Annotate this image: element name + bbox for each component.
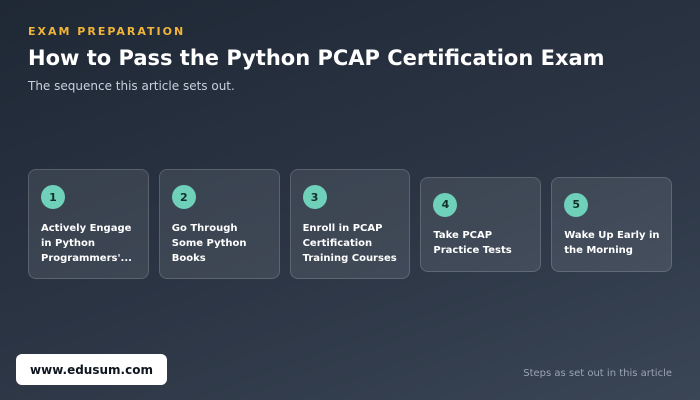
step-card-2: 2 Go Through Some Python Books <box>158 169 280 279</box>
step-label: Take PCAP Practice Tests <box>433 229 512 256</box>
page-title: How to Pass the Python PCAP Certificatio… <box>28 46 605 70</box>
page-subtitle: The sequence this article sets out. <box>28 79 235 93</box>
footnote: Steps as set out in this article <box>523 368 672 379</box>
steps-row: 1 Actively Engage in Python Programmers'… <box>28 169 672 279</box>
step-label: Go Through Some Python Books <box>171 223 247 264</box>
website-url-badge: www.edusum.com <box>16 354 167 385</box>
step-number-badge: 5 <box>564 192 589 217</box>
step-number-badge: 2 <box>171 185 196 209</box>
step-label: Actively Engage in Python Programmers'..… <box>41 223 132 264</box>
section-eyebrow: EXAM PREPARATION <box>28 25 186 38</box>
step-card-3: 3 Enroll in PCAP Certification Training … <box>289 169 411 279</box>
step-number-badge: 4 <box>433 192 458 217</box>
step-card-5: 5 Wake Up Early in the Morning <box>551 176 672 272</box>
step-label: Enroll in PCAP Certification Training Co… <box>302 223 397 264</box>
step-label: Wake Up Early in the Morning <box>564 229 660 256</box>
step-card-1: 1 Actively Engage in Python Programmers'… <box>28 169 149 279</box>
step-number-badge: 1 <box>41 185 65 209</box>
step-number-badge: 3 <box>302 185 327 209</box>
step-card-4: 4 Take PCAP Practice Tests <box>420 176 542 272</box>
